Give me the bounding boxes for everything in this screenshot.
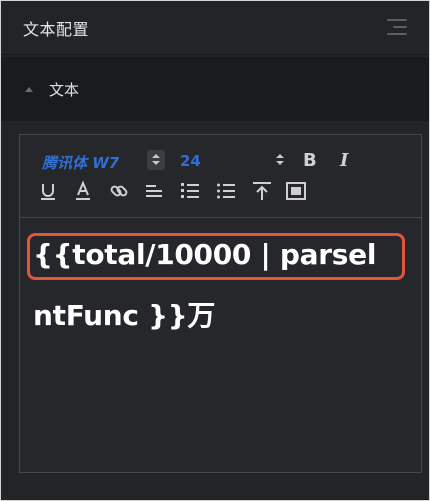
link-icon[interactable] — [109, 181, 129, 201]
content-line-1: {{total/10000 | parsel — [33, 238, 377, 271]
section-label: 文本 — [49, 80, 80, 99]
font-size-stepper-icon[interactable] — [276, 154, 285, 168]
text-config-panel: 文本配置 文本 腾讯体 W7 24 B I {{total/10000 | pa… — [0, 0, 430, 501]
font-family-stepper-icon[interactable] — [147, 150, 165, 170]
panel-title: 文本配置 — [23, 19, 90, 39]
collapse-menu-icon[interactable] — [387, 19, 407, 36]
italic-button[interactable]: I — [340, 150, 348, 171]
font-size-select[interactable]: 24 — [180, 152, 201, 170]
panel-header: 文本配置 — [1, 1, 429, 55]
underline-icon[interactable] — [38, 181, 58, 201]
editor-content[interactable]: {{total/10000 | parsel ntFunc }}万 — [20, 218, 421, 472]
editor-toolbar: 腾讯体 W7 24 B I — [20, 135, 421, 218]
font-color-icon[interactable] — [73, 181, 93, 201]
vertical-align-top-icon[interactable] — [252, 181, 272, 201]
align-left-icon[interactable] — [144, 181, 164, 201]
unordered-list-icon[interactable] — [216, 181, 236, 201]
image-icon[interactable] — [286, 181, 306, 201]
bold-button[interactable]: B — [303, 150, 317, 171]
section-header-text[interactable]: 文本 — [1, 57, 429, 121]
rich-text-editor: 腾讯体 W7 24 B I {{total/10000 | parsel ntF… — [19, 134, 422, 473]
caret-up-icon — [25, 86, 33, 92]
ordered-list-icon[interactable] — [180, 181, 200, 201]
content-line-2: ntFunc }}万 — [33, 299, 216, 332]
font-family-select[interactable]: 腾讯体 W7 — [42, 152, 119, 173]
